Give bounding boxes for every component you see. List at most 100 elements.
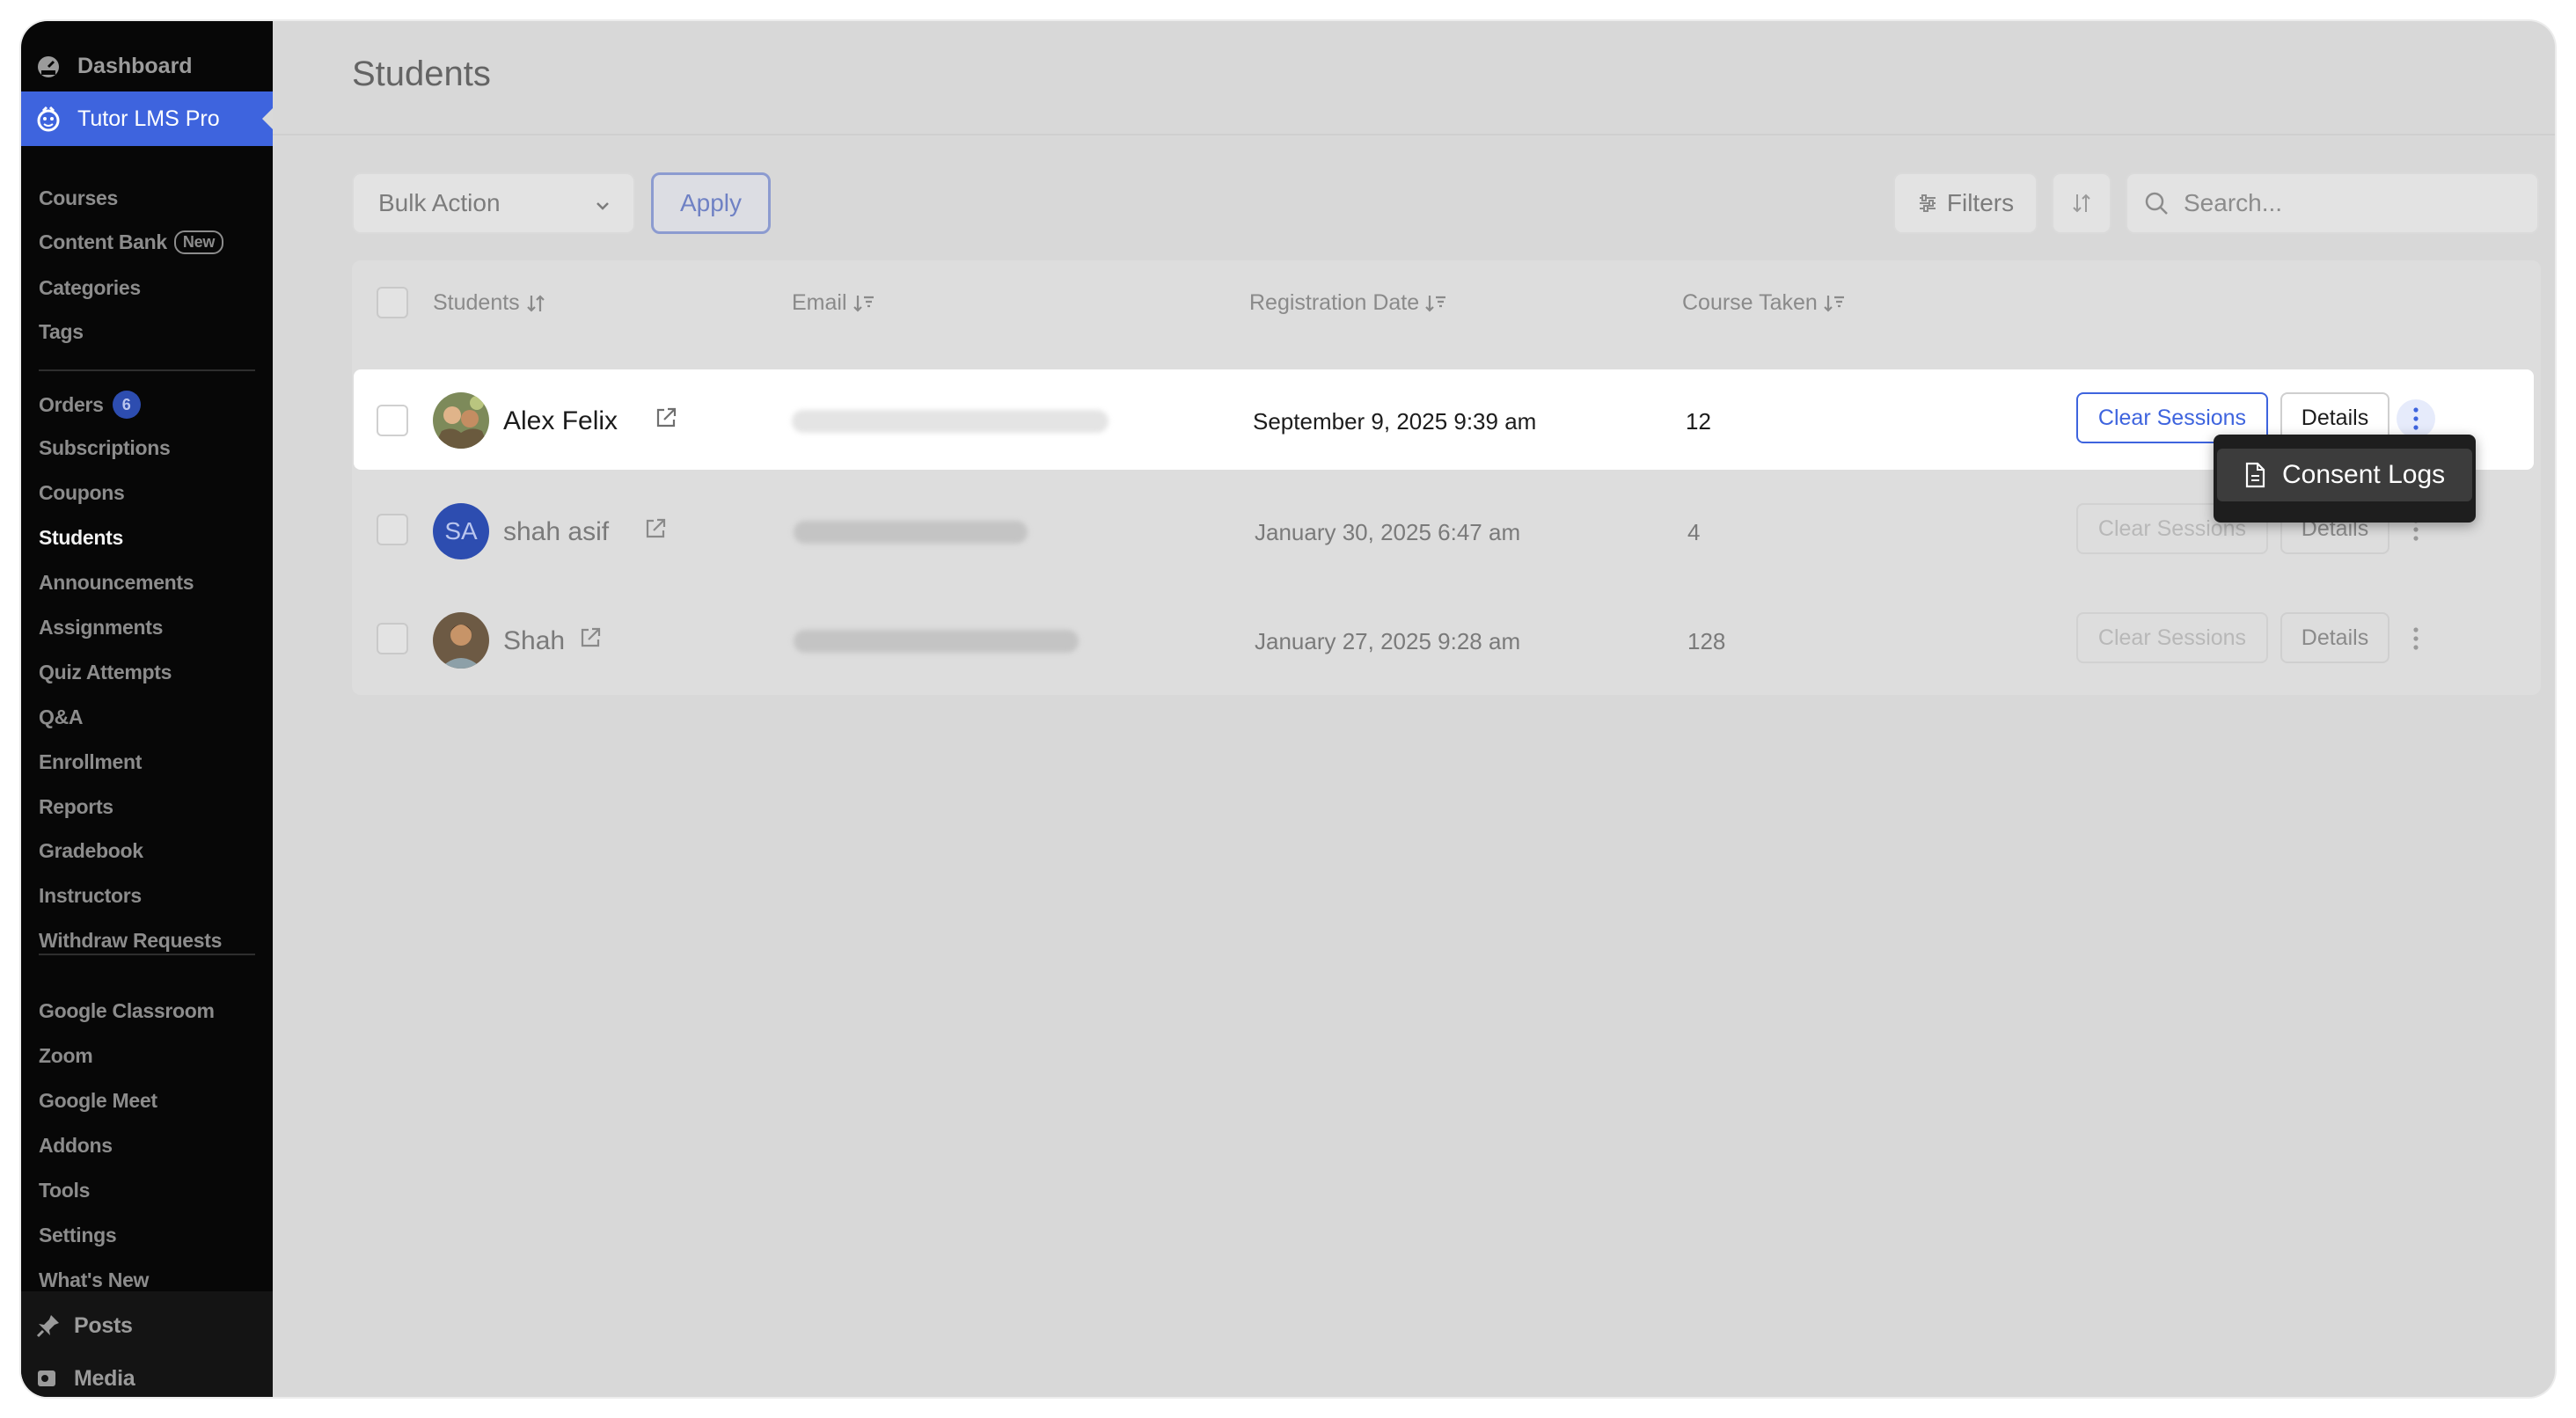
column-label: Students <box>433 290 520 315</box>
column-header-course-taken[interactable]: Course Taken <box>1682 290 1846 316</box>
consent-logs-menu-item[interactable]: Consent Logs <box>2217 449 2472 501</box>
page-title: Students <box>352 55 491 93</box>
sidebar-item-google-classroom[interactable]: Google Classroom <box>39 999 215 1023</box>
sidebar-item-label: Content Bank <box>39 230 167 253</box>
sidebar-item-announcements[interactable]: Announcements <box>39 571 194 595</box>
student-name[interactable]: Alex Felix <box>503 406 618 436</box>
sidebar-item-dashboard[interactable]: Dashboard <box>21 40 273 91</box>
sidebar-item-label: Withdraw Requests <box>39 929 223 952</box>
sidebar-item-label: Announcements <box>39 571 194 594</box>
sidebar-item-subscriptions[interactable]: Subscriptions <box>39 436 171 460</box>
sidebar-item-content-bank[interactable]: Content Bank New <box>39 230 224 254</box>
sort-icon <box>1823 293 1846 314</box>
sidebar-item-label: Assignments <box>39 616 164 639</box>
sidebar-item-qa[interactable]: Q&A <box>39 705 84 729</box>
sidebar-item-settings[interactable]: Settings <box>39 1224 117 1247</box>
sidebar-item-label: Instructors <box>39 884 142 907</box>
sidebar-item-label: Zoom <box>39 1044 93 1067</box>
sidebar-item-categories[interactable]: Categories <box>39 276 141 300</box>
sidebar-item-withdraw-requests[interactable]: Withdraw Requests <box>39 929 222 953</box>
avatar: SA <box>433 503 489 559</box>
sidebar-item-label: Tools <box>39 1179 91 1202</box>
sidebar-item-google-meet[interactable]: Google Meet <box>39 1089 157 1113</box>
sidebar-item-label: Quiz Attempts <box>39 661 172 683</box>
sidebar-item-posts[interactable]: Posts <box>35 1312 133 1339</box>
sidebar-item-label: What's New <box>39 1268 150 1291</box>
registration-date: January 27, 2025 9:28 am <box>1255 628 1521 654</box>
sort-button[interactable] <box>2052 172 2111 234</box>
sidebar-item-zoom[interactable]: Zoom <box>39 1044 93 1068</box>
students-table: Students Email Registration Date Course … <box>352 260 2541 695</box>
sidebar-item-enrollment[interactable]: Enrollment <box>39 750 142 774</box>
sidebar-item-courses[interactable]: Courses <box>39 186 118 210</box>
sidebar-item-label: Tutor LMS Pro <box>77 106 220 131</box>
page-header: Students <box>273 21 2555 135</box>
app-window: Dashboard Tutor LMS Pro Courses Content … <box>21 21 2555 1397</box>
course-count: 128 <box>1687 628 1726 654</box>
clear-sessions-button[interactable]: Clear Sessions <box>2076 612 2268 663</box>
more-options-icon[interactable] <box>2397 619 2435 658</box>
sidebar-item-label: Students <box>39 526 123 549</box>
sidebar-item-reports[interactable]: Reports <box>39 795 113 819</box>
chevron-down-icon <box>593 194 612 222</box>
sidebar-item-coupons[interactable]: Coupons <box>39 481 125 505</box>
sidebar-item-gradebook[interactable]: Gradebook <box>39 839 143 863</box>
course-count: 12 <box>1686 408 1711 435</box>
column-header-registration-date[interactable]: Registration Date <box>1249 290 1447 316</box>
registration-date: September 9, 2025 9:39 am <box>1253 408 1537 435</box>
filters-button[interactable]: Filters <box>1893 172 2038 234</box>
sidebar-item-instructors[interactable]: Instructors <box>39 884 142 908</box>
table-row[interactable]: Alex Felix September 9, 2025 9:39 am 12 … <box>354 369 2534 470</box>
search-field[interactable]: Search... <box>2126 172 2539 234</box>
sidebar-item-label: Coupons <box>39 481 125 504</box>
sidebar-item-whats-new[interactable]: What's New <box>39 1268 149 1292</box>
sidebar-item-orders[interactable]: Orders 6 <box>39 391 141 419</box>
sidebar-item-quiz-attempts[interactable]: Quiz Attempts <box>39 661 172 684</box>
sidebar-item-addons[interactable]: Addons <box>39 1134 113 1158</box>
sidebar-item-label: Google Meet <box>39 1089 157 1112</box>
sidebar-item-label: Dashboard <box>77 53 193 78</box>
dashboard-icon <box>35 53 62 79</box>
sidebar-item-tutor-lms[interactable]: Tutor LMS Pro <box>21 91 273 146</box>
email-redacted <box>794 521 1028 544</box>
sidebar-item-students[interactable]: Students <box>39 526 123 550</box>
sidebar-item-label: Enrollment <box>39 750 143 773</box>
select-all-checkbox[interactable] <box>377 287 408 318</box>
filter-sliders-icon <box>1917 193 1938 214</box>
column-label: Course Taken <box>1682 290 1818 315</box>
search-input[interactable]: Search... <box>2184 189 2282 217</box>
column-header-students[interactable]: Students <box>433 290 546 316</box>
row-actions-dropdown: Consent Logs <box>2214 435 2476 523</box>
external-link-icon[interactable] <box>642 515 669 548</box>
table-row[interactable]: Shah January 27, 2025 9:28 am 128 Clear … <box>352 589 2541 690</box>
details-button[interactable]: Details <box>2280 612 2389 663</box>
sort-icon <box>853 293 875 314</box>
sidebar-item-assignments[interactable]: Assignments <box>39 616 163 640</box>
email-redacted <box>794 630 1079 653</box>
student-name[interactable]: shah asif <box>503 517 609 547</box>
document-icon <box>2243 462 2266 488</box>
avatar <box>433 392 489 449</box>
table-row[interactable]: SA shah asif January 30, 2025 6:47 am 4 … <box>352 480 2541 581</box>
sidebar-item-label: Tags <box>39 320 84 343</box>
bulk-action-select[interactable]: Bulk Action <box>352 172 635 234</box>
student-name[interactable]: Shah <box>503 626 565 656</box>
more-options-icon[interactable] <box>2397 399 2435 438</box>
sort-icon <box>1424 293 1447 314</box>
sidebar-divider <box>39 954 255 955</box>
external-link-icon[interactable] <box>653 405 679 437</box>
sidebar-item-media[interactable]: Media <box>35 1365 135 1392</box>
row-checkbox[interactable] <box>377 623 408 654</box>
sidebar-item-tags[interactable]: Tags <box>39 320 84 344</box>
sidebar-bottom-section: Posts Media <box>21 1291 273 1397</box>
row-checkbox[interactable] <box>377 405 408 436</box>
external-link-icon[interactable] <box>577 625 604 657</box>
apply-button[interactable]: Apply <box>651 172 771 234</box>
column-header-email[interactable]: Email <box>792 290 875 316</box>
sidebar-item-tools[interactable]: Tools <box>39 1179 90 1202</box>
column-label: Email <box>792 290 847 315</box>
main-content: Students Bulk Action Apply Filters Searc… <box>273 21 2555 1397</box>
sidebar-item-label: Media <box>74 1365 135 1391</box>
row-checkbox[interactable] <box>377 514 408 545</box>
new-badge: New <box>173 230 224 254</box>
